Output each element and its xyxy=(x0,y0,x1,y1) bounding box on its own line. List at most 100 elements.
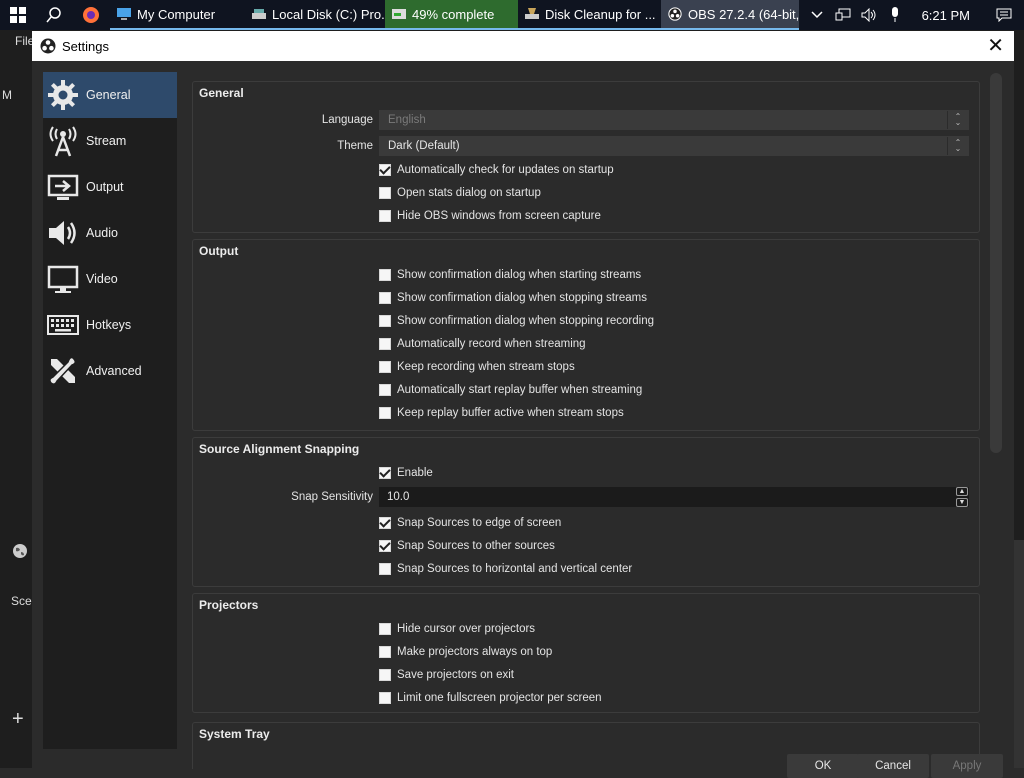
theme-select[interactable]: Dark (Default) ⌃ ⌄ xyxy=(379,136,969,156)
group-title: Projectors xyxy=(199,598,259,612)
checkbox[interactable] xyxy=(379,540,391,552)
checkbox-label: Snap Sources to other sources xyxy=(397,540,555,552)
obs-scenes-label: Sce xyxy=(11,594,32,608)
checkbox[interactable] xyxy=(379,692,391,704)
checkbox-label: Snap Sources to horizontal and vertical … xyxy=(397,563,633,575)
check-keep-recording[interactable]: Keep recording when stream stops xyxy=(379,358,575,376)
apply-button[interactable]: Apply xyxy=(931,754,1003,778)
firefox-icon xyxy=(83,7,99,23)
checkbox[interactable] xyxy=(379,315,391,327)
check-confirm-stop-stream[interactable]: Show confirmation dialog when stopping s… xyxy=(379,289,647,307)
spin-arrows[interactable]: ▲ ▼ xyxy=(955,487,969,507)
settings-dialog: Settings ✕ General Stream Output Audio V… xyxy=(32,31,1014,778)
check-hide-cursor[interactable]: Hide cursor over projectors xyxy=(379,620,535,638)
checkbox[interactable] xyxy=(379,269,391,281)
keyboard-icon xyxy=(46,308,80,342)
system-tray: 6:21 PM xyxy=(804,0,1024,30)
checkbox-label: Limit one fullscreen projector per scree… xyxy=(397,692,602,704)
checkbox[interactable] xyxy=(379,563,391,575)
check-auto-replay-buffer[interactable]: Automatically start replay buffer when s… xyxy=(379,381,642,399)
check-snap-center[interactable]: Snap Sources to horizontal and vertical … xyxy=(379,560,632,578)
checkbox-label: Show confirmation dialog when starting s… xyxy=(397,269,642,281)
checkbox[interactable] xyxy=(379,517,391,529)
network-icon[interactable] xyxy=(830,0,856,30)
check-auto-update[interactable]: Automatically check for updates on start… xyxy=(379,161,614,179)
taskbar-app-obs[interactable]: OBS 27.2.4 (64-bit,... xyxy=(661,0,799,30)
speaker-icon xyxy=(46,216,80,250)
taskbar-app-local-disk[interactable]: Local Disk (C:) Pro... xyxy=(245,0,385,30)
sidebar-item-output[interactable]: Output xyxy=(43,164,177,210)
gear-icon xyxy=(46,78,80,112)
tools-icon xyxy=(46,354,80,388)
taskbar-app-file-copy-progress[interactable]: 49% complete xyxy=(385,0,518,30)
ok-button[interactable]: OK xyxy=(787,754,859,778)
checkbox[interactable] xyxy=(379,164,391,176)
sidebar-item-hotkeys[interactable]: Hotkeys xyxy=(43,302,177,348)
group-title: Source Alignment Snapping xyxy=(199,442,360,456)
check-confirm-start-stream[interactable]: Show confirmation dialog when starting s… xyxy=(379,266,641,284)
checkbox-label: Enable xyxy=(397,467,433,479)
snap-sensitivity-input[interactable]: 10.0 ▲ ▼ xyxy=(379,487,969,507)
spin-up-icon[interactable]: ▲ xyxy=(956,487,968,496)
checkbox[interactable] xyxy=(379,338,391,350)
check-snapping-enable[interactable]: Enable xyxy=(379,464,433,482)
check-snap-edge[interactable]: Snap Sources to edge of screen xyxy=(379,514,561,532)
checkbox[interactable] xyxy=(379,646,391,658)
checkbox-label: Snap Sources to edge of screen xyxy=(397,517,562,529)
sidebar-item-general[interactable]: General xyxy=(43,72,177,118)
content-scrollbar[interactable] xyxy=(990,73,1002,453)
add-scene-plus-icon[interactable]: + xyxy=(12,709,24,729)
start-button[interactable] xyxy=(0,0,36,30)
check-hide-obs-windows[interactable]: Hide OBS windows from screen capture xyxy=(379,207,601,225)
sidebar-item-stream[interactable]: Stream xyxy=(43,118,177,164)
spin-down-icon[interactable]: ▼ xyxy=(956,498,968,507)
theme-value: Dark (Default) xyxy=(388,140,460,152)
checkbox[interactable] xyxy=(379,210,391,222)
action-center-icon[interactable] xyxy=(984,0,1024,30)
volume-icon[interactable] xyxy=(856,0,882,30)
checkbox-label: Automatically check for updates on start… xyxy=(397,164,614,176)
checkbox[interactable] xyxy=(379,384,391,396)
checkbox[interactable] xyxy=(379,623,391,635)
checkbox-label: Hide cursor over projectors xyxy=(397,623,536,635)
checkbox[interactable] xyxy=(379,187,391,199)
check-projectors-on-top[interactable]: Make projectors always on top xyxy=(379,643,552,661)
check-save-projectors[interactable]: Save projectors on exit xyxy=(379,666,514,684)
check-stats-dialog[interactable]: Open stats dialog on startup xyxy=(379,184,541,202)
checkbox[interactable] xyxy=(379,407,391,419)
clock[interactable]: 6:21 PM xyxy=(908,8,984,23)
cancel-button[interactable]: Cancel xyxy=(857,754,929,778)
group-general: General Language English ⌃ ⌄ Theme Dark (… xyxy=(192,81,980,233)
language-value: English xyxy=(388,114,426,126)
checkbox[interactable] xyxy=(379,361,391,373)
check-limit-fullscreen-projector[interactable]: Limit one fullscreen projector per scree… xyxy=(379,689,602,707)
check-auto-record[interactable]: Automatically record when streaming xyxy=(379,335,586,353)
checkbox[interactable] xyxy=(379,467,391,479)
microphone-icon[interactable] xyxy=(882,0,908,30)
check-keep-replay-buffer[interactable]: Keep replay buffer active when stream st… xyxy=(379,404,624,422)
checkbox[interactable] xyxy=(379,292,391,304)
taskbar-app-disk-cleanup[interactable]: Disk Cleanup for ... xyxy=(518,0,661,30)
tray-overflow-chevron-icon[interactable] xyxy=(804,0,830,30)
sidebar-item-label: General xyxy=(86,88,131,102)
taskbar-app-my-computer[interactable]: My Computer xyxy=(110,0,245,30)
close-button[interactable]: ✕ xyxy=(987,36,1004,56)
firefox-taskbar-button[interactable] xyxy=(72,0,110,30)
group-snapping: Source Alignment Snapping Enable Snap Se… xyxy=(192,437,980,587)
updown-chevron-icon: ⌃ ⌄ xyxy=(947,111,968,129)
check-confirm-stop-recording[interactable]: Show confirmation dialog when stopping r… xyxy=(379,312,654,330)
dialog-titlebar[interactable]: Settings ✕ xyxy=(32,31,1014,61)
obs-icon xyxy=(668,7,682,21)
search-button[interactable] xyxy=(36,0,72,30)
check-snap-other-sources[interactable]: Snap Sources to other sources xyxy=(379,537,555,555)
language-select[interactable]: English ⌃ ⌄ xyxy=(379,110,969,130)
taskbar-app-label: 49% complete xyxy=(412,6,495,22)
sidebar-item-advanced[interactable]: Advanced xyxy=(43,348,177,394)
sidebar-item-label: Output xyxy=(86,180,124,194)
sidebar-item-label: Audio xyxy=(86,226,118,240)
taskbar-app-label: Local Disk (C:) Pro... xyxy=(272,6,385,22)
sidebar-item-video[interactable]: Video xyxy=(43,256,177,302)
sidebar-item-audio[interactable]: Audio xyxy=(43,210,177,256)
output-icon xyxy=(46,170,80,204)
checkbox[interactable] xyxy=(379,669,391,681)
